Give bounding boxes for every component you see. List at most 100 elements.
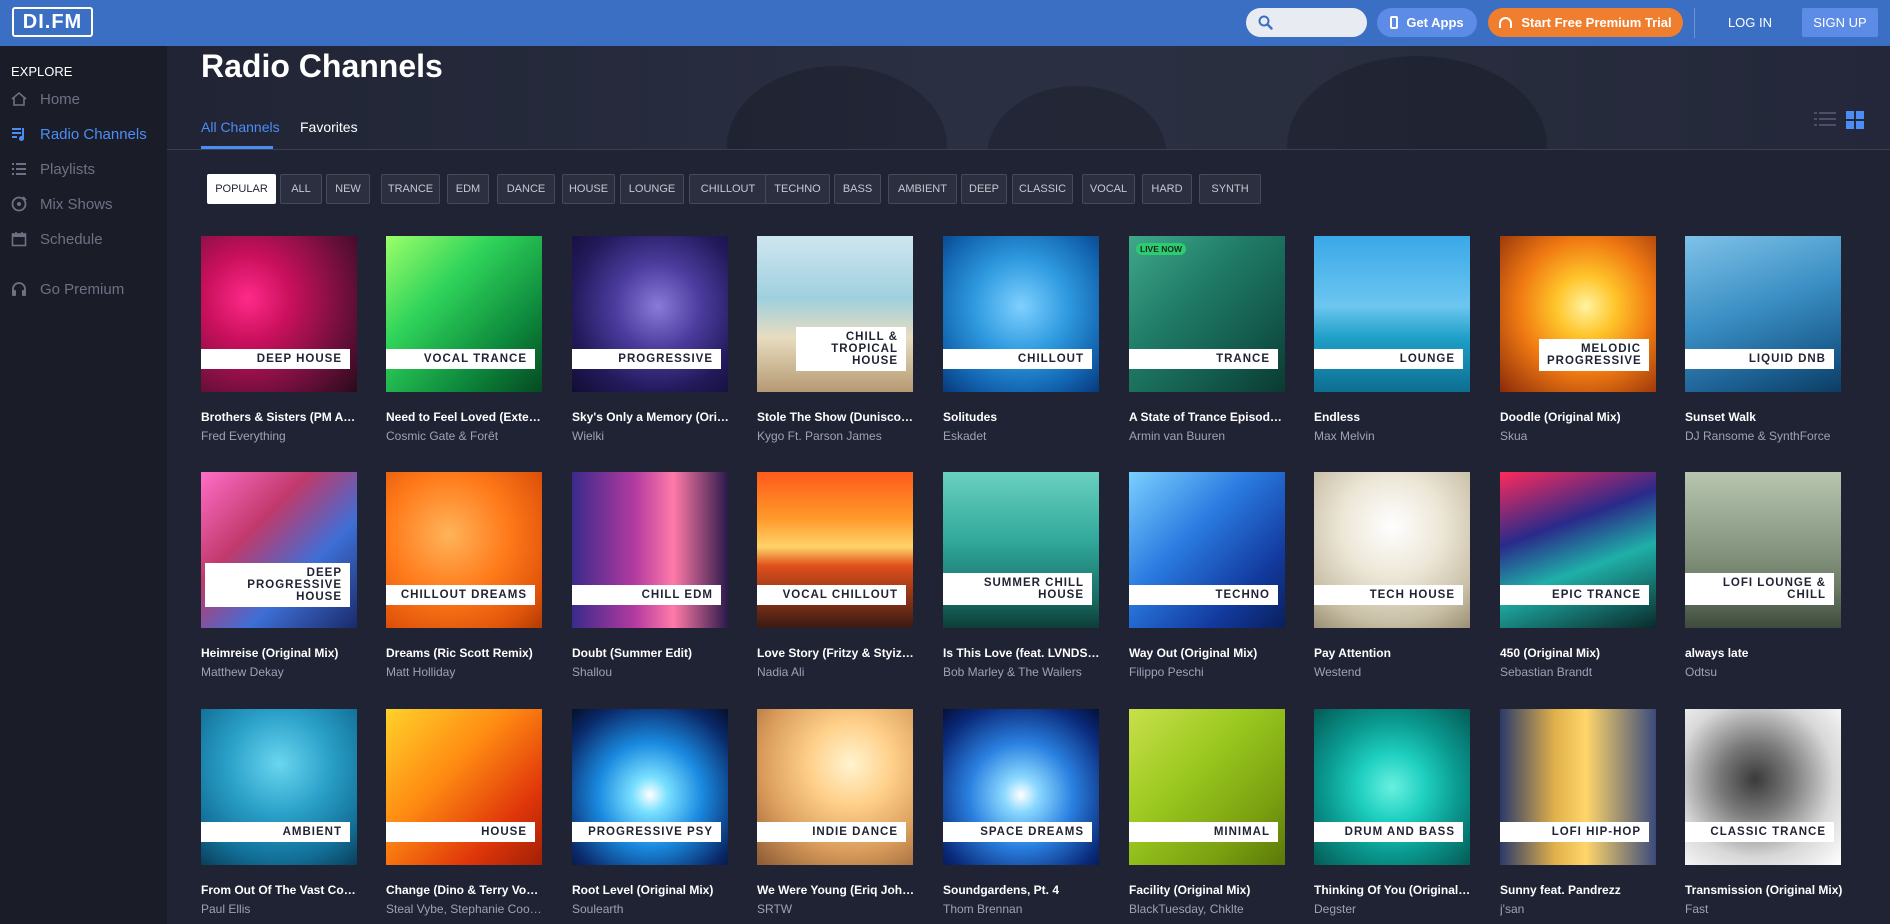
track-title[interactable]: Stole The Show (Dunisco Remix) <box>757 410 915 424</box>
tab-all-channels[interactable]: All Channels <box>201 119 280 135</box>
channel-card-progressive-psy[interactable]: PROGRESSIVE PSY Root Level (Original Mix… <box>572 709 728 916</box>
track-artist[interactable]: Fred Everything <box>201 429 359 443</box>
sidebar-item-home[interactable]: Home <box>11 89 80 109</box>
track-artist[interactable]: Shallou <box>572 665 730 679</box>
channel-artwork[interactable]: DEEP HOUSE <box>201 236 357 392</box>
track-title[interactable]: Dreams (Ric Scott Remix) <box>386 646 544 660</box>
channel-artwork[interactable]: LIQUID DNB <box>1685 236 1841 392</box>
track-title[interactable]: Doodle (Original Mix) <box>1500 410 1658 424</box>
channel-card-epic-trance[interactable]: EPIC TRANCE 450 (Original Mix) Sebastian… <box>1500 472 1656 679</box>
channel-artwork[interactable]: HOUSE <box>386 709 542 865</box>
sidebar-item-go-premium[interactable]: Go Premium <box>11 279 124 299</box>
track-title[interactable]: Facility (Original Mix) <box>1129 883 1287 897</box>
channel-card-lofi-hip-hop[interactable]: LOFI HIP-HOP Sunny feat. Pandrezz j'san <box>1500 709 1656 916</box>
track-artist[interactable]: Kygo Ft. Parson James <box>757 429 915 443</box>
track-title[interactable]: Thinking Of You (Original Mix) <box>1314 883 1472 897</box>
filter-dance[interactable]: DANCE <box>497 174 555 204</box>
track-title[interactable]: Heimreise (Original Mix) <box>201 646 359 660</box>
track-title[interactable]: Sky's Only a Memory (Original Mix) <box>572 410 730 424</box>
filter-house[interactable]: HOUSE <box>562 174 615 204</box>
channel-artwork[interactable]: VOCAL TRANCE <box>386 236 542 392</box>
filter-new[interactable]: NEW <box>326 174 370 204</box>
track-artist[interactable]: Matthew Dekay <box>201 665 359 679</box>
signup-button[interactable]: SIGN UP <box>1802 8 1878 37</box>
channel-card-progressive[interactable]: PROGRESSIVE Sky's Only a Memory (Origina… <box>572 236 730 443</box>
filter-popular[interactable]: POPULAR <box>207 174 276 204</box>
channel-card-lounge[interactable]: LOUNGE Endless Max Melvin <box>1314 236 1470 443</box>
get-apps-button[interactable]: Get Apps <box>1377 8 1477 37</box>
track-title[interactable]: We Were Young (Eriq Johnson Remix) <box>757 883 915 897</box>
filter-trance[interactable]: TRANCE <box>381 174 440 204</box>
track-title[interactable]: Love Story (Fritzy & Styiz Edit) <box>757 646 915 660</box>
filter-classic[interactable]: CLASSIC <box>1012 174 1073 204</box>
filter-vocal[interactable]: VOCAL <box>1082 174 1135 204</box>
channel-artwork[interactable]: LIVE NOW TRANCE <box>1129 236 1285 392</box>
track-title[interactable]: Way Out (Original Mix) <box>1129 646 1287 660</box>
track-title[interactable]: A State of Trance Episode 1000 <box>1129 410 1287 424</box>
channel-card-deep-house[interactable]: DEEP HOUSE Brothers & Sisters (PM Atlas … <box>201 236 359 443</box>
channel-artwork[interactable]: DEEP PROGRESSIVE HOUSE <box>201 472 357 628</box>
channel-artwork[interactable]: MELODIC PROGRESSIVE <box>1500 236 1656 392</box>
track-title[interactable]: Transmission (Original Mix) <box>1685 883 1843 897</box>
tab-favorites[interactable]: Favorites <box>300 119 358 135</box>
channel-artwork[interactable]: DRUM AND BASS <box>1314 709 1470 865</box>
track-artist[interactable]: Degster <box>1314 902 1472 916</box>
filter-lounge[interactable]: LOUNGE <box>620 174 684 204</box>
channel-artwork[interactable]: CHILL & TROPICAL HOUSE <box>757 236 913 392</box>
channel-card-minimal[interactable]: MINIMAL Facility (Original Mix) BlackTue… <box>1129 709 1285 916</box>
channel-artwork[interactable]: PROGRESSIVE PSY <box>572 709 728 865</box>
track-title[interactable]: Solitudes <box>943 410 1101 424</box>
track-artist[interactable]: SRTW <box>757 902 915 916</box>
channel-card-chillout[interactable]: CHILLOUT Solitudes Eskadet <box>943 236 1099 443</box>
channel-artwork[interactable]: SPACE DREAMS <box>943 709 1099 865</box>
channel-artwork[interactable]: CHILLOUT <box>943 236 1099 392</box>
track-artist[interactable]: Fast <box>1685 902 1843 916</box>
channel-card-drum-and-bass[interactable]: DRUM AND BASS Thinking Of You (Original … <box>1314 709 1472 916</box>
track-title[interactable]: Need to Feel Loved (Extended Mix) <box>386 410 544 424</box>
track-title[interactable]: Pay Attention <box>1314 646 1472 660</box>
sidebar-item-playlists[interactable]: Playlists <box>11 159 95 179</box>
sidebar-item-mix-shows[interactable]: Mix Shows <box>11 194 113 214</box>
filter-bass[interactable]: BASS <box>834 174 881 204</box>
channel-card-melodic-progressive[interactable]: MELODIC PROGRESSIVE Doodle (Original Mix… <box>1500 236 1656 443</box>
filter-hard[interactable]: HARD <box>1142 174 1192 204</box>
track-artist[interactable]: DJ Ransome & SynthForce <box>1685 429 1843 443</box>
track-title[interactable]: Change (Dino & Terry Vocal Mix) <box>386 883 544 897</box>
grid-view-icon[interactable] <box>1846 111 1864 129</box>
track-artist[interactable]: Skua <box>1500 429 1658 443</box>
channel-card-indie-dance[interactable]: INDIE DANCE We Were Young (Eriq Johnson … <box>757 709 915 916</box>
channel-artwork[interactable]: TECHNO <box>1129 472 1285 628</box>
filter-all[interactable]: ALL <box>280 174 322 204</box>
channel-card-tech-house[interactable]: TECH HOUSE Pay Attention Westend <box>1314 472 1470 679</box>
track-artist[interactable]: Bob Marley & The Wailers <box>943 665 1101 679</box>
track-artist[interactable]: Thom Brennan <box>943 902 1101 916</box>
channel-card-lofi-lounge-chill[interactable]: LOFI LOUNGE & CHILL always late Odtsu <box>1685 472 1841 679</box>
channel-card-space-dreams[interactable]: SPACE DREAMS Soundgardens, Pt. 4 Thom Br… <box>943 709 1099 916</box>
channel-artwork[interactable]: LOFI LOUNGE & CHILL <box>1685 472 1841 628</box>
channel-artwork[interactable]: EPIC TRANCE <box>1500 472 1656 628</box>
channel-artwork[interactable]: MINIMAL <box>1129 709 1285 865</box>
filter-synth[interactable]: SYNTH <box>1199 174 1261 204</box>
channel-card-house[interactable]: HOUSE Change (Dino & Terry Vocal Mix) St… <box>386 709 544 916</box>
track-artist[interactable]: Filippo Peschi <box>1129 665 1287 679</box>
filter-techno[interactable]: TECHNO <box>765 174 830 204</box>
filter-chillout[interactable]: CHILLOUT <box>689 174 767 204</box>
track-artist[interactable]: Matt Holliday <box>386 665 544 679</box>
track-artist[interactable]: j'san <box>1500 902 1658 916</box>
channel-artwork[interactable]: CHILL EDM <box>572 472 728 628</box>
track-artist[interactable]: Steal Vybe, Stephanie Cooke, Dino <box>386 902 544 916</box>
channel-card-chill-tropical-house[interactable]: CHILL & TROPICAL HOUSE Stole The Show (D… <box>757 236 915 443</box>
track-title[interactable]: 450 (Original Mix) <box>1500 646 1658 660</box>
track-title[interactable]: From Out Of The Vast Complexity <box>201 883 359 897</box>
track-artist[interactable]: Armin van Buuren <box>1129 429 1287 443</box>
channel-card-trance[interactable]: LIVE NOW TRANCE A State of Trance Episode… <box>1129 236 1287 443</box>
filter-ambient[interactable]: AMBIENT <box>888 174 957 204</box>
track-artist[interactable]: Max Melvin <box>1314 429 1472 443</box>
track-title[interactable]: Doubt (Summer Edit) <box>572 646 730 660</box>
login-button[interactable]: LOG IN <box>1715 8 1785 37</box>
filter-deep[interactable]: DEEP <box>961 174 1007 204</box>
search-input[interactable] <box>1246 8 1367 37</box>
track-artist[interactable]: Nadia Ali <box>757 665 915 679</box>
track-title[interactable]: Endless <box>1314 410 1472 424</box>
channel-card-deep-progressive-house[interactable]: DEEP PROGRESSIVE HOUSE Heimreise (Origin… <box>201 472 357 679</box>
